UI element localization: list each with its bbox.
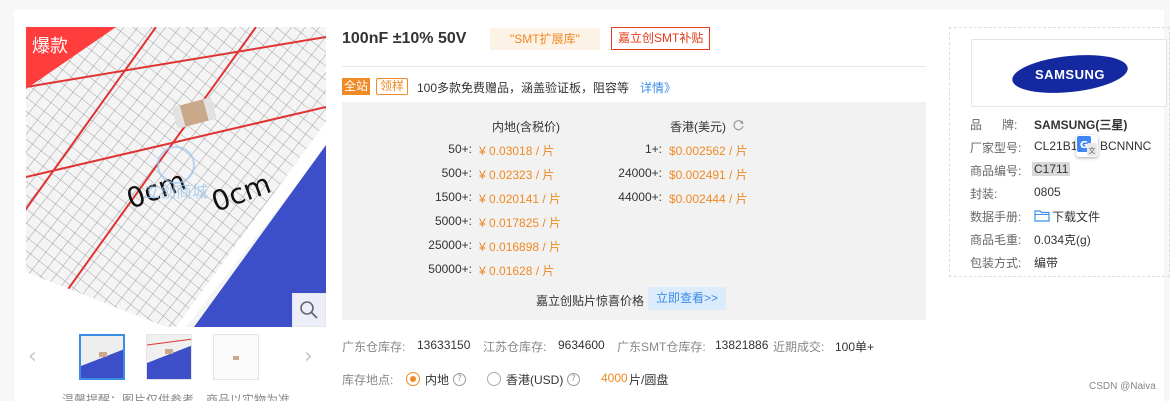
gd-stock-label: 广东仓库存: [342,340,406,354]
thumbnail-2[interactable] [146,334,192,380]
datasheet-download-link[interactable]: 下载文件 [1052,208,1100,225]
badge-all-site: 全站 [342,78,371,95]
js-stock-value: 9634600 [558,338,605,352]
radio-hk-label[interactable]: 香港(USD) [506,371,563,388]
spec-label: 商品编号: [970,164,1022,178]
brand-value[interactable]: SAMSUNG(三星) [1034,116,1127,133]
mainland-price-header: 内地(含税价) [492,120,560,134]
hk-price: $0.002491 / 片 [669,168,748,182]
image-disclaimer: 温馨提醒：图片仅供参考，商品以实物为准 [62,393,291,401]
price-panel: 内地(含税价) 香港(美元) 50+: ¥ 0.03018 / 片 500+: … [342,102,926,320]
weight-value: 0.034克(g) [1034,233,1091,247]
svg-text:立创商城: 立创商城 [144,182,208,201]
radio-mainland[interactable] [406,372,420,386]
mainland-price: ¥ 0.02323 / 片 [479,168,555,182]
svg-text:G: G [1080,140,1088,151]
mainland-price: ¥ 0.03018 / 片 [479,144,555,158]
mainland-qty: 50+: [448,142,472,156]
samsung-logo: SAMSUNG [1012,55,1128,93]
watermark: CSDN @Naiva [1089,381,1156,392]
mainland-qty: 25000+: [428,238,472,252]
search-icon [300,301,318,319]
smt-stock-label: 广东SMT仓库存: [617,340,706,354]
pack-qty: 4000 [601,371,628,385]
recent-deals-label: 近期成交: [773,340,825,354]
promo-text: 100多款免费赠品，涵盖验证板，阻容等 [417,81,630,95]
hk-price: $0.002444 / 片 [669,192,748,206]
smt-surprise-label: 嘉立创贴片惊喜价格 [536,294,645,308]
hot-badge-label: 爆款 [32,36,68,57]
zoom-button[interactable] [292,293,326,327]
view-now-button[interactable]: 立即查看>> [648,287,727,310]
thumbnail-strip: ‹ › [26,334,326,382]
badge-sample: 领样 [376,78,409,95]
chevron-left-icon[interactable]: ‹ [28,346,42,368]
package-value: 0805 [1034,185,1061,199]
product-main-image[interactable]: 0cm 0cm 立创商城 爆款 [26,27,326,327]
google-translate-icon[interactable]: G 文 [1076,135,1098,157]
hk-qty: 44000+: [618,190,662,204]
hk-price: $0.002562 / 片 [669,144,748,158]
spec-label: 品 牌: [970,118,1018,132]
recent-deals-value: 100单+ [835,340,875,354]
mainland-price: ¥ 0.016898 / 片 [479,240,562,254]
mainland-qty: 50000+: [428,262,472,276]
refresh-icon[interactable] [732,119,745,132]
spec-label: 商品毛重: [970,233,1022,247]
help-icon[interactable]: ? [453,373,466,386]
brand-logo[interactable]: SAMSUNG [971,39,1167,107]
radio-mainland-label[interactable]: 内地 [425,371,449,388]
mainland-qty: 500+: [441,166,472,180]
mainland-price: ¥ 0.01628 / 片 [479,264,555,278]
promo-details-link[interactable]: 详情》 [640,79,676,96]
logo-text: SAMSUNG [1035,67,1105,82]
location-label: 库存地点: [342,373,394,387]
pack-unit: 片/圆盘 [629,373,669,387]
help-icon[interactable]: ? [567,373,580,386]
gd-stock-value: 13633150 [417,338,471,352]
mainland-price: ¥ 0.017825 / 片 [479,216,562,230]
js-stock-label: 江苏仓库存: [483,340,547,354]
thumbnail-1[interactable] [79,334,125,380]
spec-label: 封装: [970,187,998,201]
mainland-qty: 1500+: [434,190,472,204]
smt-stock-value: 13821886 [715,338,769,352]
packing-value: 编带 [1034,256,1059,270]
spec-label: 厂家型号: [970,141,1022,155]
smt-subsidy-tag[interactable]: 嘉立创SMT补贴 [611,27,711,50]
hk-price-header: 香港(美元) [670,120,726,134]
divider [342,66,926,67]
product-title: 100nF ±10% 50V [342,30,467,47]
thumbnail-3[interactable] [213,334,259,380]
brand-panel: SAMSUNG 品 牌: SAMSUNG(三星) 厂家型号: CL21B1 BC… [949,27,1170,277]
hk-qty: 24000+: [618,166,662,180]
radio-hk[interactable] [487,372,501,386]
spec-label: 包装方式: [970,256,1022,270]
mainland-price: ¥ 0.020141 / 片 [479,192,562,206]
product-code-value: C1711 [1032,162,1071,176]
spec-label: 数据手册: [970,210,1022,224]
chevron-right-icon[interactable]: › [304,346,318,368]
svg-text:文: 文 [1089,146,1096,155]
mfr-pn-value-a: CL21B1 [1034,139,1078,153]
mainland-qty: 5000+: [434,214,472,228]
mfr-pn-value-b: BCNNNC [1100,139,1152,153]
hk-qty: 1+: [644,142,662,156]
smt-ext-tag: "SMT扩展库" [490,28,600,50]
folder-icon[interactable] [1034,209,1050,222]
